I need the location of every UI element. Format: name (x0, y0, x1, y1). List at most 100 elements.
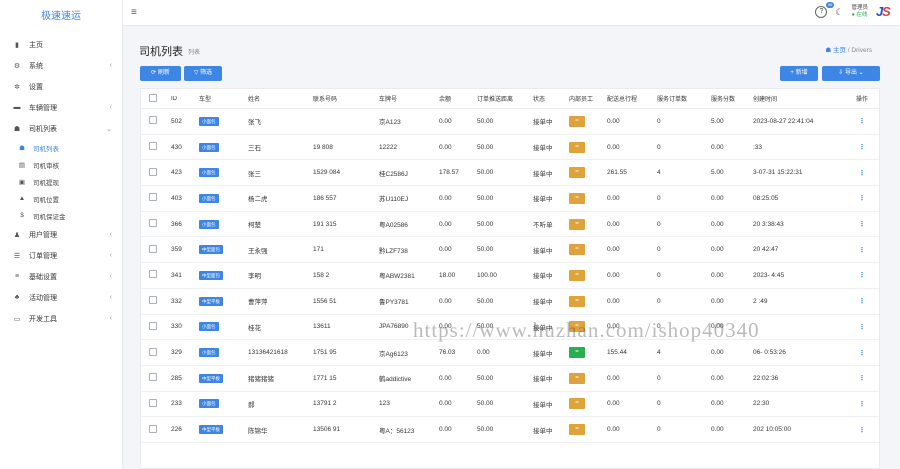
cell-phone: 186 557 (313, 194, 337, 202)
employee-toggle-button[interactable]: = (569, 398, 585, 410)
hamburger-menu-icon[interactable]: ≡ (131, 7, 137, 18)
employee-toggle-button[interactable]: = (569, 141, 585, 153)
app-brand[interactable]: 极速速运 (0, 0, 122, 34)
sidebar-item-items-0[interactable]: ▮ 主页 (0, 34, 122, 55)
column-header-score: 服务分数 (711, 97, 736, 103)
row-checkbox[interactable] (149, 296, 157, 305)
row-checkbox[interactable] (149, 373, 157, 382)
more-options-icon[interactable]: ⋮ (859, 298, 866, 305)
cell-phone: 171 (313, 246, 324, 254)
sidebar-item-label: 主页 (29, 41, 43, 49)
cell-type: 中型面包 (199, 270, 248, 280)
sidebar-item-items-2[interactable]: ✲ 设置 (0, 76, 122, 97)
table-row[interactable]: 502 小面包 张飞 京A123 0.00 50.00 接单中 = 0.00 0 5.00 2023-… (141, 109, 879, 135)
filter-button[interactable]: ▽ 筛选 (184, 66, 222, 81)
refresh-button[interactable]: ⟳ 刷新 (140, 66, 181, 81)
user-info[interactable]: 管理员 ● 在线 (851, 5, 868, 19)
cell-phone: 191 315 (313, 220, 337, 228)
more-options-icon[interactable]: ⋮ (859, 144, 866, 151)
cell-created: 2 :49 (753, 297, 768, 305)
sidebar-item-items2-0[interactable]: ♟ 用户管理 ‹ (0, 224, 122, 245)
row-checkbox[interactable] (149, 398, 157, 407)
dark-mode-toggle-icon[interactable]: ☾ (835, 7, 843, 18)
table-row[interactable]: 226 中型平板 陈锦华 13506 91 粤A：56123 0.00 50.00 接单中 = 0… (141, 417, 879, 443)
sidebar-item-items2-1[interactable]: ☰ 订单管理 ‹ (0, 245, 122, 266)
more-options-icon[interactable]: ⋮ (859, 427, 866, 434)
table-row[interactable]: 341 中型面包 李明 158 2 粤ABW2381 18.00 100.00 接单中 = 0.0… (141, 263, 879, 289)
row-checkbox[interactable] (149, 347, 157, 356)
help-icon[interactable]: ? 99 (815, 2, 835, 18)
row-checkbox[interactable] (149, 321, 157, 330)
list-icon: ≡ (14, 273, 20, 280)
more-options-icon[interactable]: ⋮ (859, 350, 866, 357)
sidebar-subitem-label: 司机提现 (33, 179, 59, 187)
table-row[interactable]: 332 中型平板 曹萍萍 1556 51 鲁PY3781 0.00 50.00 接单中 = 0.0… (141, 289, 879, 315)
table-row[interactable]: 423 小面包 张三 1529 084 桂C2586J 178.57 50.00 接单中 = 26… (141, 160, 879, 187)
table-row[interactable]: 285 中型平板 猪猪猪猪 1771 15 鹤addictive 0.00 50.00 接单中… (141, 366, 879, 392)
employee-toggle-button[interactable]: = (569, 167, 585, 179)
cell-op: ⋮ (849, 426, 875, 434)
row-checkbox[interactable] (149, 219, 157, 228)
sidebar-item-items-4[interactable]: ☗ 司机列表 ⌄ (0, 118, 122, 139)
more-options-icon[interactable]: ⋮ (859, 272, 866, 279)
sidebar-item-items2-3[interactable]: ♣ 活动管理 ‹ (0, 287, 122, 308)
table-row[interactable]: 233 小面包 郝 13791 2 123 0.00 50.00 接单中 = 0.00 0 0.00 2… (141, 392, 879, 418)
sidebar-subitem-2[interactable]: ▣ 司机提现 (0, 173, 122, 190)
table-row[interactable]: 366 小面包 柯楚 191 315 粤A02586 0.00 50.00 不听单 = 0.00 0… (141, 212, 879, 238)
cell-name: 陈锦华 (248, 427, 268, 435)
more-options-icon[interactable]: ⋮ (859, 401, 866, 408)
more-options-icon[interactable]: ⋮ (859, 118, 866, 125)
employee-toggle-button[interactable]: = (569, 192, 585, 204)
sidebar-item-items2-2[interactable]: ≡ 基础设置 ‹ (0, 266, 122, 287)
select-all-checkbox[interactable] (149, 93, 157, 102)
cell-op: ⋮ (849, 271, 875, 279)
cell-distance: 50.00 (477, 400, 494, 408)
sidebar-item-items2-4[interactable]: ▭ 开发工具 ‹ (0, 308, 122, 329)
row-checkbox[interactable] (149, 142, 157, 151)
column-header-op: 操作 (855, 97, 868, 103)
table-row[interactable]: 403 小面包 杨二虎 186 557 苏U110EJ 0.00 50.00 接单中 = 0.00… (141, 186, 879, 212)
more-options-icon[interactable]: ⋮ (859, 247, 866, 254)
add-button[interactable]: + 新增 (780, 66, 818, 81)
more-options-icon[interactable]: ⋮ (859, 375, 866, 382)
row-checkbox[interactable] (149, 116, 157, 125)
column-header-id[interactable]: ID ↑ (171, 96, 199, 102)
cell-plate: 粤A：56123 (379, 427, 415, 435)
employee-toggle-button[interactable]: = (569, 115, 585, 127)
cell-phone: 13611 (313, 323, 331, 331)
more-options-icon[interactable]: ⋮ (859, 170, 866, 177)
employee-toggle-button[interactable]: = (569, 372, 585, 384)
cell-balance: 76.03 (439, 349, 456, 357)
more-options-icon[interactable]: ⋮ (859, 195, 866, 202)
cell-type: 小面包 (199, 168, 248, 178)
cell-phone: 1529 084 (313, 169, 341, 177)
employee-toggle-button[interactable]: = (569, 424, 585, 436)
row-checkbox[interactable] (149, 270, 157, 279)
sort-icon[interactable]: ↑ (179, 96, 182, 102)
row-checkbox[interactable] (149, 424, 157, 433)
export-button[interactable]: ⇩ 导出 ⌄ (822, 66, 880, 81)
sidebar-subitem-1[interactable]: ▤ 司机审核 (0, 156, 122, 173)
table-row[interactable]: 430 小面包 三石 19 808 12222 0.00 50.00 接单中 = 0.00 0 0.0… (141, 135, 879, 161)
employee-toggle-button[interactable]: = (569, 218, 585, 230)
employee-toggle-button[interactable]: = (569, 269, 585, 281)
sidebar-item-items-3[interactable]: ▬ 车辆管理 ‹ (0, 97, 122, 118)
breadcrumb-home[interactable]: ☗ 主页 (825, 47, 846, 54)
row-checkbox[interactable] (149, 193, 157, 202)
cell-emp: = (569, 295, 607, 307)
sidebar-subitem-0[interactable]: ☗ 司机列表 (0, 139, 122, 156)
employee-toggle-button[interactable]: = (569, 295, 585, 307)
more-options-icon[interactable]: ⋮ (859, 324, 866, 331)
row-checkbox[interactable] (149, 167, 157, 176)
sidebar-item-items-1[interactable]: ⚙ 系统 ‹ (0, 55, 122, 76)
sidebar-subitem-3[interactable]: ▲ 司机位置 (0, 190, 122, 207)
table-row[interactable]: 329 小面包 13136421618 1751 95 京Ag6123 76.03 0.00… (141, 340, 879, 366)
employee-toggle-button[interactable]: = (569, 347, 585, 359)
more-options-icon[interactable]: ⋮ (859, 221, 866, 228)
cell-total: 0.00 (607, 400, 620, 408)
sidebar-subitem-4[interactable]: $ 司机保证金 (0, 207, 122, 224)
table-row[interactable]: 359 中型面包 王永强 171 黔LZF738 0.00 50.00 接单中 = 0.00 0 0.… (141, 237, 879, 264)
employee-toggle-button[interactable]: = (569, 244, 585, 256)
row-checkbox[interactable] (149, 244, 157, 253)
avatar-logo[interactable]: JS (876, 4, 892, 20)
